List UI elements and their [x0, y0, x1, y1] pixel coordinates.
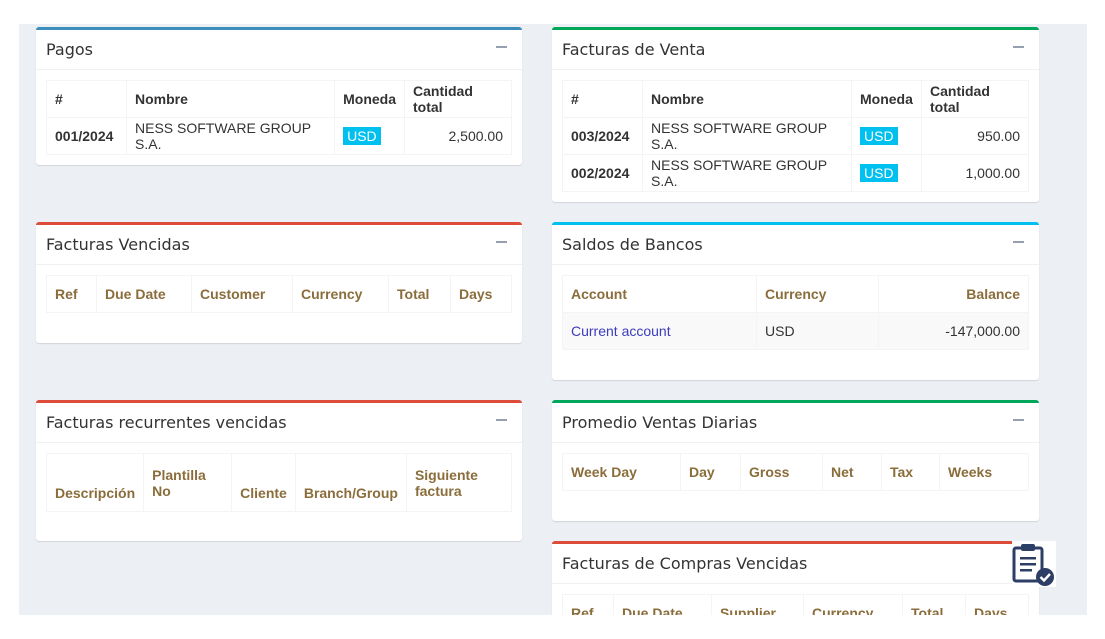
clipboard-check-icon[interactable]	[1012, 541, 1056, 587]
column-header: Plantilla No	[143, 453, 233, 512]
table-header-row: Week Day Day Gross Net Tax Weeks	[562, 453, 1029, 491]
column-header: Customer	[191, 275, 293, 313]
cell-ref: 001/2024	[46, 117, 127, 155]
cell-amount: 1,000.00	[921, 154, 1029, 192]
cell-name: NESS SOFTWARE GROUP S.A.	[125, 117, 336, 155]
column-header: Currency	[292, 275, 389, 313]
compras-vencidas-table: Ref Due Date Supplier Currency Total Day…	[562, 594, 1029, 615]
facturas-venta-table: # Nombre Moneda Cantidad total 003/2024 …	[562, 80, 1029, 192]
facturas-venta-panel: Facturas de Venta # Nombre Moneda Cantid…	[552, 27, 1039, 202]
saldos-bancos-table: Account Currency Balance Current account…	[562, 275, 1029, 350]
cell-amount: 950.00	[921, 117, 1029, 155]
table-row[interactable]: 002/2024 NESS SOFTWARE GROUP S.A. USD 1,…	[562, 154, 1029, 192]
recurrentes-table: Descripción Plantilla No Cliente Branch/…	[45, 453, 513, 512]
table-row[interactable]: Current account USD -147,000.00	[562, 312, 1029, 350]
saldos-bancos-panel: Saldos de Bancos Account Currency Balanc…	[552, 222, 1039, 380]
panel-title: Facturas de Venta	[562, 40, 706, 59]
table-header-row: # Nombre Moneda Cantidad total	[562, 80, 1029, 118]
facturas-venta-header: Facturas de Venta	[552, 30, 1039, 70]
promedio-table: Week Day Day Gross Net Tax Weeks	[562, 453, 1029, 491]
cell-name: NESS SOFTWARE GROUP S.A.	[642, 117, 852, 155]
column-header: Account	[562, 275, 757, 313]
column-header: Day	[680, 453, 741, 491]
panel-title: Facturas de Compras Vencidas	[562, 554, 808, 573]
column-header: Ref	[562, 594, 614, 615]
saldos-bancos-header: Saldos de Bancos	[552, 225, 1039, 265]
table-header-row: # Nombre Moneda Cantidad total	[46, 80, 512, 118]
column-header: Cliente	[231, 453, 296, 512]
column-header: Currency	[803, 594, 903, 615]
compras-vencidas-header: Facturas de Compras Vencidas	[552, 544, 1039, 584]
cell-name: NESS SOFTWARE GROUP S.A.	[642, 154, 852, 192]
pagos-table: # Nombre Moneda Cantidad total 001/2024 …	[46, 80, 512, 155]
minus-icon[interactable]	[1013, 234, 1025, 248]
column-header: Ref	[46, 275, 97, 313]
column-header: Net	[822, 453, 882, 491]
dashboard-canvas: Pagos # Nombre Moneda Cantidad total 001…	[19, 24, 1087, 615]
cell-balance: -147,000.00	[878, 312, 1029, 350]
column-header: Descripción	[45, 453, 145, 512]
currency-badge: USD	[860, 127, 898, 145]
cell-ref: 003/2024	[562, 117, 643, 155]
table-header-row: Descripción Plantilla No Cliente Branch/…	[45, 453, 513, 512]
currency-badge: USD	[343, 127, 381, 145]
currency-badge: USD	[860, 164, 898, 182]
panel-title: Saldos de Bancos	[562, 235, 703, 254]
minus-icon[interactable]	[1013, 39, 1025, 53]
panel-title: Pagos	[46, 40, 94, 59]
minus-icon[interactable]	[496, 39, 508, 53]
column-header: Week Day	[562, 453, 681, 491]
column-header: Currency	[756, 275, 879, 313]
panel-title: Promedio Ventas Diarias	[562, 413, 758, 432]
column-header: Nombre	[125, 80, 336, 118]
column-header: Total	[388, 275, 451, 313]
table-header-row: Account Currency Balance	[562, 275, 1029, 313]
promedio-panel: Promedio Ventas Diarias Week Day Day Gro…	[552, 400, 1039, 521]
facturas-vencidas-panel: Facturas Vencidas Ref Due Date Customer …	[36, 222, 522, 343]
table-row[interactable]: 001/2024 NESS SOFTWARE GROUP S.A. USD 2,…	[46, 117, 512, 155]
table-row[interactable]: 003/2024 NESS SOFTWARE GROUP S.A. USD 95…	[562, 117, 1029, 155]
column-header: Total	[902, 594, 966, 615]
column-header: Cantidad total	[921, 80, 1029, 118]
panel-title: Facturas Vencidas	[46, 235, 190, 254]
facturas-vencidas-table: Ref Due Date Customer Currency Total Day…	[46, 275, 512, 313]
column-header: #	[562, 80, 643, 118]
column-header: Moneda	[334, 80, 405, 118]
promedio-header: Promedio Ventas Diarias	[552, 403, 1039, 443]
table-header-row: Ref Due Date Supplier Currency Total Day…	[562, 594, 1029, 615]
account-link[interactable]: Current account	[562, 312, 757, 350]
table-header-row: Ref Due Date Customer Currency Total Day…	[46, 275, 512, 313]
recurrentes-panel: Facturas recurrentes vencidas Descripció…	[36, 400, 522, 541]
column-header: Gross	[740, 453, 823, 491]
column-header: Days	[965, 594, 1029, 615]
column-header: Moneda	[851, 80, 922, 118]
pagos-header: Pagos	[36, 30, 522, 70]
pagos-panel: Pagos # Nombre Moneda Cantidad total 001…	[36, 27, 522, 165]
column-header: Cantidad total	[404, 80, 512, 118]
cell-ref: 002/2024	[562, 154, 643, 192]
minus-icon[interactable]	[1013, 412, 1025, 426]
recurrentes-header: Facturas recurrentes vencidas	[36, 403, 522, 443]
cell-currency: USD	[756, 312, 879, 350]
panel-title: Facturas recurrentes vencidas	[46, 413, 287, 432]
column-header: Weeks	[939, 453, 1029, 491]
column-header: #	[46, 80, 127, 118]
column-header: Balance	[878, 275, 1029, 313]
minus-icon[interactable]	[496, 412, 508, 426]
minus-icon[interactable]	[496, 234, 508, 248]
column-header: Supplier	[711, 594, 804, 615]
column-header: Tax	[881, 453, 940, 491]
facturas-vencidas-header: Facturas Vencidas	[36, 225, 522, 265]
cell-amount: 2,500.00	[404, 117, 512, 155]
column-header: Days	[450, 275, 512, 313]
column-header: Due Date	[613, 594, 712, 615]
column-header: Branch/Group	[294, 453, 407, 512]
column-header: Due Date	[96, 275, 192, 313]
column-header: Nombre	[642, 80, 852, 118]
compras-vencidas-panel: Facturas de Compras Vencidas Ref Due Dat…	[552, 541, 1039, 615]
column-header: Siguiente factura	[405, 453, 513, 512]
